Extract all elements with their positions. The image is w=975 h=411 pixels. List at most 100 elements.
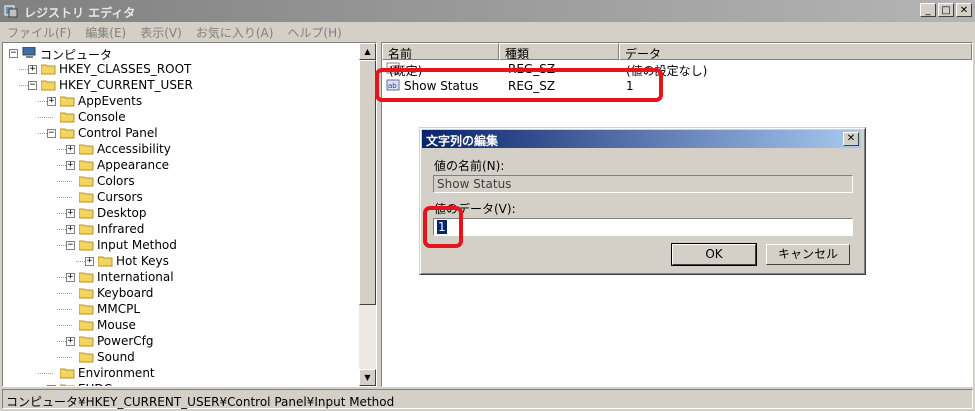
- tree-item[interactable]: Environment: [3, 365, 358, 381]
- highlight-box-input: [423, 206, 463, 248]
- tree-item-label: Colors: [97, 174, 135, 188]
- folder-icon: [41, 64, 56, 75]
- expand-icon[interactable]: +: [66, 209, 75, 218]
- folder-icon: [79, 192, 94, 203]
- folder-icon: [98, 256, 113, 267]
- tree-item[interactable]: Mouse: [3, 317, 358, 333]
- tree-item[interactable]: + Hot Keys: [3, 253, 358, 269]
- tree-item-label: Input Method: [97, 238, 177, 252]
- tree-item[interactable]: + Desktop: [3, 205, 358, 221]
- tree-item[interactable]: MMCPL: [3, 301, 358, 317]
- tree-item-label: Hot Keys: [116, 254, 169, 268]
- registry-tree[interactable]: − コンピュータ + HKEY_CLASSES_ROOT − HKEY_CURRENT_U…: [2, 42, 377, 387]
- menu-favorites[interactable]: お気に入り(A): [189, 22, 281, 41]
- expand-icon[interactable]: +: [66, 273, 75, 282]
- tree-item[interactable]: Console: [3, 109, 358, 125]
- folder-icon: [79, 144, 94, 155]
- tree-item[interactable]: + Accessibility: [3, 141, 358, 157]
- menu-edit[interactable]: 編集(E): [78, 22, 133, 41]
- tree-item[interactable]: + PowerCfg: [3, 333, 358, 349]
- collapse-icon[interactable]: −: [9, 49, 18, 58]
- expand-icon[interactable]: +: [47, 385, 56, 386]
- column-name[interactable]: 名前: [382, 43, 499, 60]
- expand-icon[interactable]: +: [85, 257, 94, 266]
- folder-icon: [79, 160, 94, 171]
- folder-icon: [60, 128, 75, 139]
- ok-button[interactable]: OK: [671, 243, 757, 266]
- tree-connector: [38, 117, 53, 118]
- menu-help[interactable]: ヘルプ(H): [280, 22, 348, 41]
- scroll-thumb[interactable]: [359, 60, 376, 305]
- collapse-icon[interactable]: −: [28, 81, 37, 90]
- tree-item[interactable]: + HKEY_CLASSES_ROOT: [3, 61, 358, 77]
- collapse-icon[interactable]: −: [66, 241, 75, 250]
- tree-item-label: HKEY_CLASSES_ROOT: [59, 62, 192, 76]
- computer-icon: [22, 47, 36, 58]
- expand-icon[interactable]: +: [47, 97, 56, 106]
- maximize-button[interactable]: □: [938, 3, 954, 17]
- tree-item-label: MMCPL: [97, 302, 141, 316]
- tree-item[interactable]: + AppEvents: [3, 93, 358, 109]
- title-bar: レジストリ エディタ _ □ ✕: [0, 0, 975, 22]
- value-data-input[interactable]: 1: [433, 218, 853, 236]
- expand-icon[interactable]: +: [28, 65, 37, 74]
- menu-bar: ファイル(F) 編集(E) 表示(V) お気に入り(A) ヘルプ(H): [0, 22, 975, 41]
- menu-file[interactable]: ファイル(F): [0, 22, 78, 41]
- tree-item-label: EUDC: [78, 382, 112, 386]
- expand-icon[interactable]: +: [66, 337, 75, 346]
- folder-icon: [79, 176, 94, 187]
- menu-view[interactable]: 表示(V): [133, 22, 189, 41]
- scroll-down-button[interactable]: ▼: [359, 369, 376, 386]
- tree-connector: [57, 309, 72, 310]
- tree-item-label: PowerCfg: [97, 334, 154, 348]
- tree-item[interactable]: + International: [3, 269, 358, 285]
- close-icon[interactable]: ✕: [843, 132, 859, 146]
- tree-item[interactable]: Keyboard: [3, 285, 358, 301]
- tree-item[interactable]: Colors: [3, 173, 358, 189]
- column-data[interactable]: データ: [619, 43, 972, 60]
- tree-item-label: Infrared: [97, 222, 145, 236]
- folder-icon: [79, 320, 94, 331]
- tree-scrollbar[interactable]: ▲ ▼: [359, 43, 376, 386]
- tree-item[interactable]: Sound: [3, 349, 358, 365]
- folder-icon: [79, 224, 94, 235]
- folder-icon: [60, 368, 75, 379]
- edit-string-dialog: 文字列の編集 ✕ 値の名前(N): Show Status 値のデータ(V): …: [419, 127, 866, 275]
- minimize-button[interactable]: _: [920, 3, 936, 17]
- folder-icon: [79, 288, 94, 299]
- tree-item[interactable]: Cursors: [3, 189, 358, 205]
- tree-connector: [57, 293, 72, 294]
- tree-item[interactable]: − HKEY_CURRENT_USER: [3, 77, 358, 93]
- folder-icon: [60, 384, 75, 386]
- tree-item[interactable]: − Input Method: [3, 237, 358, 253]
- folder-icon: [79, 336, 94, 347]
- tree-item[interactable]: + EUDC: [3, 381, 358, 386]
- dialog-title-bar: 文字列の編集 ✕: [422, 130, 861, 148]
- tree-item[interactable]: + Appearance: [3, 157, 358, 173]
- expand-icon[interactable]: +: [66, 145, 75, 154]
- expand-icon[interactable]: +: [66, 161, 75, 170]
- tree-item-label: Environment: [78, 366, 155, 380]
- tree-item-label: Accessibility: [97, 142, 171, 156]
- cancel-button[interactable]: キャンセル: [766, 244, 850, 265]
- expand-icon[interactable]: +: [66, 225, 75, 234]
- tree-connector: [57, 325, 72, 326]
- scroll-up-button[interactable]: ▲: [359, 43, 376, 60]
- tree-item-label: Keyboard: [97, 286, 154, 300]
- tree-item[interactable]: − Control Panel: [3, 125, 358, 141]
- tree-item-label: Sound: [97, 350, 135, 364]
- collapse-icon[interactable]: −: [47, 129, 56, 138]
- list-header: 名前 種類 データ: [382, 43, 972, 60]
- folder-icon: [60, 96, 75, 107]
- tree-item[interactable]: + Infrared: [3, 221, 358, 237]
- folder-icon: [79, 352, 94, 363]
- close-button[interactable]: ✕: [956, 3, 972, 17]
- folder-icon: [60, 112, 75, 123]
- tree-connector: [57, 357, 72, 358]
- tree-item-label: Cursors: [97, 190, 143, 204]
- column-type[interactable]: 種類: [499, 43, 619, 60]
- folder-icon: [79, 304, 94, 315]
- tree-item-label: Mouse: [97, 318, 136, 332]
- tree-item[interactable]: − コンピュータ: [3, 45, 358, 62]
- tree-item-label: Console: [78, 110, 126, 124]
